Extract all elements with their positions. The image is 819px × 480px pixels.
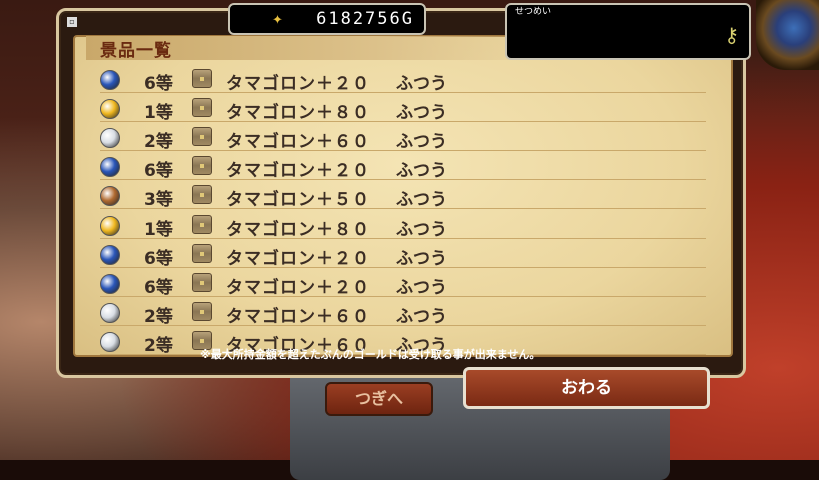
- rank-orb-icon: [100, 157, 120, 178]
- prize-row: 6等 タマゴロン＋２０ ふつう: [100, 271, 706, 298]
- treasure-chest-icon: [192, 272, 212, 292]
- treasure-chest-icon: [192, 301, 212, 321]
- rank-orb-icon: [100, 128, 120, 149]
- treasure-chest-icon: [192, 127, 212, 147]
- prize-row: 2等 タマゴロン＋６０ ふつう: [100, 300, 706, 327]
- prize-rank: 3等: [144, 190, 173, 211]
- prize-quality: ふつう: [396, 74, 447, 94]
- prize-rank: 6等: [144, 248, 173, 269]
- prize-item: タマゴロン＋６０: [226, 132, 370, 153]
- prize-row: 6等 タマゴロン＋２０ ふつう: [100, 242, 706, 269]
- prize-quality: ふつう: [396, 190, 447, 211]
- treasure-chest-icon: [192, 214, 212, 234]
- coin-pile-icon: ✦: [272, 13, 283, 28]
- prize-item: タマゴロン＋２０: [226, 161, 370, 182]
- panel-title: 景品一覧: [100, 41, 172, 61]
- rank-orb-icon: [100, 244, 120, 265]
- rank-orb-icon: [100, 99, 120, 120]
- treasure-chest-icon: [192, 156, 212, 176]
- treasure-chest-icon: [192, 69, 212, 88]
- prize-item: タマゴロン＋２０: [226, 277, 370, 298]
- prize-rank: 2等: [144, 132, 173, 153]
- prize-quality: ふつう: [396, 103, 447, 124]
- prize-item: タマゴロン＋８０: [226, 219, 370, 240]
- prize-rank: 2等: [144, 335, 173, 356]
- treasure-chest-icon: [192, 185, 212, 205]
- rank-orb-icon: [100, 302, 120, 323]
- prize-quality: ふつう: [396, 219, 447, 240]
- prize-row: 1等 タマゴロン＋８０ ふつう: [100, 213, 706, 240]
- rank-orb-icon: [100, 331, 120, 352]
- prize-row: 3等 タマゴロン＋５０ ふつう: [100, 183, 706, 211]
- prize-rank: 1等: [144, 103, 173, 124]
- prize-item: タマゴロン＋２０: [226, 248, 370, 269]
- prize-rank: 6等: [144, 161, 173, 182]
- prize-row: 1等 タマゴロン＋８０ ふつう: [100, 96, 706, 124]
- prize-rank: 1等: [144, 219, 173, 240]
- prize-rank: 6等: [144, 277, 173, 298]
- treasure-chest-icon: [192, 98, 212, 118]
- key-icon: ⚷: [724, 23, 739, 47]
- prize-quality: ふつう: [396, 161, 447, 182]
- prize-item: タマゴロン＋６０: [226, 306, 370, 327]
- gold-amount: 6182756G: [316, 9, 414, 29]
- corner-marker: ▫: [67, 17, 77, 27]
- gold-display: ✦ 6182756G: [228, 3, 426, 35]
- menu-emblem-icon[interactable]: [756, 0, 819, 70]
- rank-orb-icon: [100, 70, 120, 90]
- prize-quality: ふつう: [396, 248, 447, 269]
- gold-limit-note: ※最大所持金額を超えたぶんのゴールドは受け取る事が出来ません。: [200, 348, 541, 361]
- next-button[interactable]: つぎへ: [325, 382, 433, 416]
- prize-item: タマゴロン＋２０: [226, 74, 370, 94]
- rank-orb-icon: [100, 215, 120, 236]
- rank-orb-icon: [100, 273, 120, 294]
- prize-quality: ふつう: [396, 277, 447, 298]
- treasure-chest-icon: [192, 243, 212, 263]
- description-label: せつめい: [515, 7, 552, 17]
- rank-orb-icon: [100, 186, 120, 207]
- prize-rank: 6等: [144, 74, 173, 94]
- prize-rank: 2等: [144, 306, 173, 327]
- prize-quality: ふつう: [396, 132, 447, 153]
- prize-item: タマゴロン＋８０: [226, 103, 370, 124]
- description-box[interactable]: せつめい ⚷: [505, 3, 751, 60]
- close-button[interactable]: おわる: [463, 367, 710, 409]
- prize-row: 2等 タマゴロン＋６０ ふつう: [100, 125, 706, 153]
- prize-row: 6等 タマゴロン＋２０ ふつう: [100, 67, 706, 94]
- prize-row: 6等 タマゴロン＋２０ ふつう: [100, 154, 706, 182]
- prize-quality: ふつう: [396, 306, 447, 327]
- prize-item: タマゴロン＋５０: [226, 190, 370, 211]
